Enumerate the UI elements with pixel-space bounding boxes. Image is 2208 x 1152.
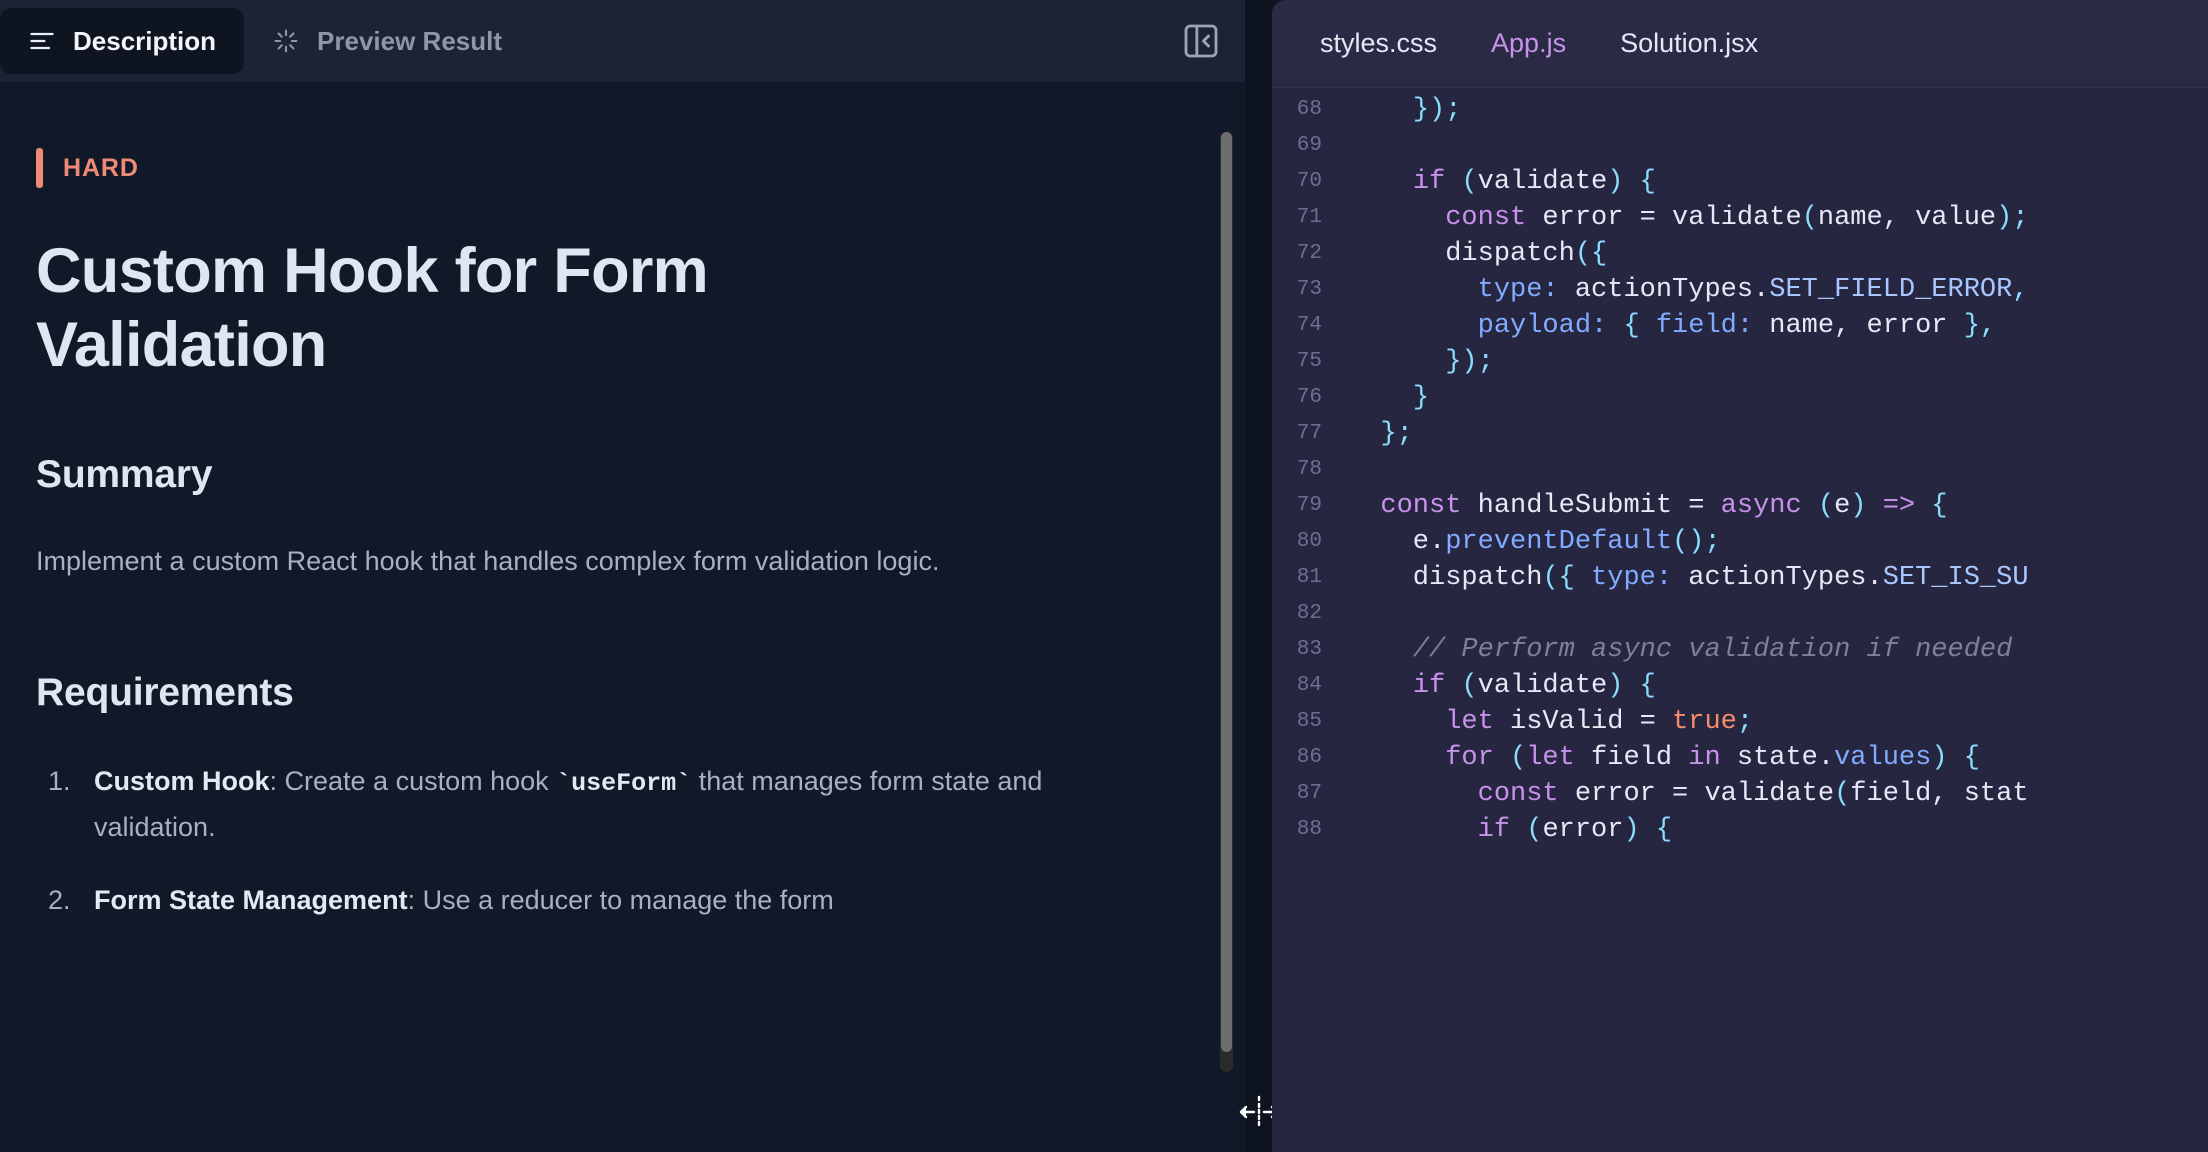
code-line: 73 type: actionTypes.SET_FIELD_ERROR, — [1272, 272, 2208, 308]
panel-collapse-left-icon[interactable] — [1179, 19, 1223, 63]
code-line-text: if (validate) { — [1412, 167, 1656, 197]
code-line: 76 } — [1272, 380, 2208, 416]
line-number: 73 — [1296, 278, 1322, 301]
line-number: 74 — [1296, 314, 1322, 337]
tab-description-label: Description — [73, 25, 217, 56]
code-line-text: } — [1412, 383, 1430, 413]
list-item: Form State Management: Use a reducer to … — [36, 878, 1056, 923]
requirements-list: Custom Hook: Create a custom hook `useFo… — [36, 759, 1186, 923]
code-line: 87 const error = validate(field, stat — [1272, 776, 2208, 812]
code-line-text: }); — [1445, 347, 1494, 377]
line-number: 76 — [1296, 386, 1322, 409]
tab-preview-result[interactable]: Preview Result — [244, 8, 530, 74]
code-line: 80 e.preventDefault(); — [1272, 524, 2208, 560]
line-number: 72 — [1296, 242, 1322, 265]
code-line: 72 dispatch({ — [1272, 236, 2208, 272]
tab-app-js[interactable]: App.js — [1467, 18, 1590, 69]
code-line: 77 }; — [1272, 416, 2208, 452]
code-line-text: payload: { field: name, error }, — [1477, 311, 1997, 341]
code-line: 86 for (let field in state.values) { — [1272, 740, 2208, 776]
line-number: 86 — [1296, 746, 1322, 769]
code-line-text: const error = validate(field, stat — [1477, 779, 2029, 809]
description-panel: Description Preview Result HARD Custom H… — [0, 0, 1245, 1152]
difficulty-accent-bar — [36, 148, 43, 188]
tab-styles-css[interactable]: styles.css — [1296, 18, 1461, 69]
line-number: 70 — [1296, 170, 1322, 193]
code-line: 74 payload: { field: name, error }, — [1272, 308, 2208, 344]
line-number: 87 — [1296, 782, 1322, 805]
code-line-text: let isValid = true; — [1445, 707, 1754, 737]
difficulty-label: HARD — [63, 153, 139, 182]
tab-description[interactable]: Description — [0, 8, 245, 74]
description-content: HARD Custom Hook for Form Validation Sum… — [0, 82, 1245, 1152]
requirement-sep: : — [407, 885, 423, 916]
code-editor-panel: styles.css App.js Solution.jsx 68 }); 69 7… — [1272, 0, 2208, 1152]
code-line-text: dispatch({ — [1348, 239, 1608, 269]
tab-solution-jsx[interactable]: Solution.jsx — [1596, 18, 1782, 69]
description-tabbar: Description Preview Result — [0, 0, 1245, 82]
code-line: 79 const handleSubmit = async (e) => { — [1272, 488, 2208, 524]
code-content[interactable]: 68 }); 69 70 if (validate) {71 const error… — [1272, 88, 2208, 1152]
requirements-heading: Requirements — [36, 671, 294, 715]
code-line: 84 if (validate) { — [1272, 668, 2208, 704]
code-line: 78 — [1272, 452, 2208, 488]
line-number: 78 — [1296, 458, 1322, 481]
code-line: 70 if (validate) { — [1272, 164, 2208, 200]
code-line-text: const error = validate(name, value); — [1445, 203, 2029, 233]
code-line-text: if (validate) { — [1412, 671, 1656, 701]
page-title: Custom Hook for Form Validation — [36, 236, 709, 381]
summary-heading: Summary — [36, 452, 213, 496]
line-number: 84 — [1296, 674, 1322, 697]
code-line-text: if (error) { — [1477, 815, 1673, 845]
code-line-text: e.preventDefault(); — [1348, 527, 1721, 557]
code-line-text: dispatch({ type: actionTypes.SET_IS_SU — [1348, 563, 2029, 593]
code-line: 71 const error = validate(name, value); — [1272, 200, 2208, 236]
line-number: 71 — [1296, 206, 1322, 229]
sparkle-wand-icon — [272, 27, 300, 55]
line-number: 80 — [1296, 530, 1322, 553]
description-scrollbar[interactable] — [1220, 132, 1233, 1072]
tab-preview-result-label: Preview Result — [317, 25, 503, 56]
problem-document: HARD Custom Hook for Form Validation Sum… — [36, 82, 1186, 923]
code-line-text: for (let field in state.values) { — [1445, 743, 1980, 773]
code-line: 85 let isValid = true; — [1272, 704, 2208, 740]
editor-file-tabbar: styles.css App.js Solution.jsx — [1272, 0, 2208, 88]
requirement-term: Custom Hook — [94, 766, 270, 797]
line-number: 88 — [1296, 818, 1322, 841]
line-number: 85 — [1296, 710, 1322, 733]
requirement-term: Form State Management — [94, 885, 408, 916]
code-line-text: type: actionTypes.SET_FIELD_ERROR, — [1477, 275, 2029, 305]
code-line-text: const handleSubmit = async (e) => { — [1380, 491, 1948, 521]
code-line-text: }; — [1380, 419, 1413, 449]
difficulty-badge: HARD — [36, 148, 1186, 188]
summary-text: Implement a custom React hook that handl… — [36, 545, 940, 576]
line-number: 77 — [1296, 422, 1322, 445]
requirement-sep: : — [269, 766, 285, 797]
code-line-text: // Perform async validation if needed — [1412, 635, 2013, 665]
code-line: 88 if (error) { — [1272, 812, 2208, 848]
app-root: Description Preview Result HARD Custom H… — [0, 0, 2208, 1152]
line-number: 69 — [1296, 134, 1322, 157]
code-line: 83 // Perform async validation if needed — [1272, 632, 2208, 668]
align-left-icon — [28, 27, 56, 55]
code-line: 69 — [1272, 128, 2208, 164]
code-line: 75 }); — [1272, 344, 2208, 380]
code-line: 81 dispatch({ type: actionTypes.SET_IS_S… — [1272, 560, 2208, 596]
line-number: 75 — [1296, 350, 1322, 373]
line-number: 79 — [1296, 494, 1322, 517]
line-number: 83 — [1296, 638, 1322, 661]
requirement-text-before: Create a custom hook — [284, 766, 557, 797]
code-line: 68 }); — [1272, 92, 2208, 128]
list-item: Custom Hook: Create a custom hook `useFo… — [36, 759, 1056, 850]
line-number: 82 — [1296, 602, 1322, 625]
requirement-text-before: Use a reducer to manage the form — [422, 885, 834, 916]
description-scrollbar-thumb[interactable] — [1221, 132, 1232, 1052]
code-line: 82 — [1272, 596, 2208, 632]
line-number: 68 — [1296, 98, 1322, 121]
requirement-code: `useForm` — [556, 769, 692, 799]
panel-splitter[interactable] — [1239, 0, 1278, 1152]
code-line-text: }); — [1412, 95, 1462, 125]
line-number: 81 — [1296, 566, 1322, 589]
